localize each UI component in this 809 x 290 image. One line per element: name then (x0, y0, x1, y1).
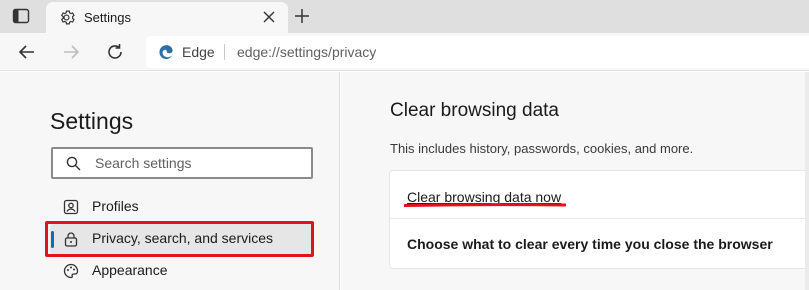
browser-toolbar: Edge edge://settings/privacy (0, 33, 809, 71)
tab-settings[interactable]: Settings (46, 2, 288, 33)
palette-icon (63, 263, 79, 279)
scrollbar[interactable] (805, 72, 809, 290)
annotation-highlight-box (45, 221, 314, 257)
sidebar-item-label: Profiles (92, 198, 139, 214)
forward-arrow-icon[interactable] (60, 41, 82, 63)
search-icon (66, 156, 81, 171)
main-content: Clear browsing data This includes histor… (341, 72, 809, 290)
new-tab-plus-icon[interactable] (292, 6, 312, 26)
tab-title: Settings (84, 10, 131, 25)
back-arrow-icon[interactable] (16, 41, 38, 63)
close-icon[interactable] (262, 10, 276, 24)
tab-strip: Settings (0, 0, 809, 33)
tab-actions-icon[interactable] (12, 8, 30, 24)
url-text[interactable]: edge://settings/privacy (237, 44, 376, 60)
page-description: This includes history, passwords, cookie… (390, 141, 694, 156)
choose-what-to-clear-row[interactable]: Choose what to clear every time you clos… (390, 219, 809, 270)
search-input[interactable] (95, 154, 295, 172)
gear-icon (58, 9, 75, 26)
address-divider (224, 44, 225, 60)
clear-data-card: Clear browsing data now Choose what to c… (389, 170, 809, 269)
settings-sidebar: Settings Profiles Privacy, search, and s… (0, 72, 340, 290)
clear-now-row[interactable]: Clear browsing data now (390, 171, 809, 219)
page-title: Clear browsing data (390, 100, 559, 121)
profile-card-icon (63, 199, 79, 215)
sidebar-item-profiles[interactable]: Profiles (50, 192, 312, 222)
sidebar-item-appearance[interactable]: Appearance (50, 256, 312, 286)
address-bar[interactable]: Edge edge://settings/privacy (146, 36, 809, 68)
search-box[interactable] (51, 147, 313, 179)
sidebar-item-label: Appearance (92, 262, 168, 278)
refresh-icon[interactable] (104, 41, 126, 63)
site-identity-label: Edge (182, 44, 215, 60)
choose-what-to-clear-label: Choose what to clear every time you clos… (407, 236, 773, 252)
annotation-underline (404, 203, 566, 207)
edge-logo-icon (158, 44, 174, 60)
sidebar-title: Settings (50, 108, 134, 134)
